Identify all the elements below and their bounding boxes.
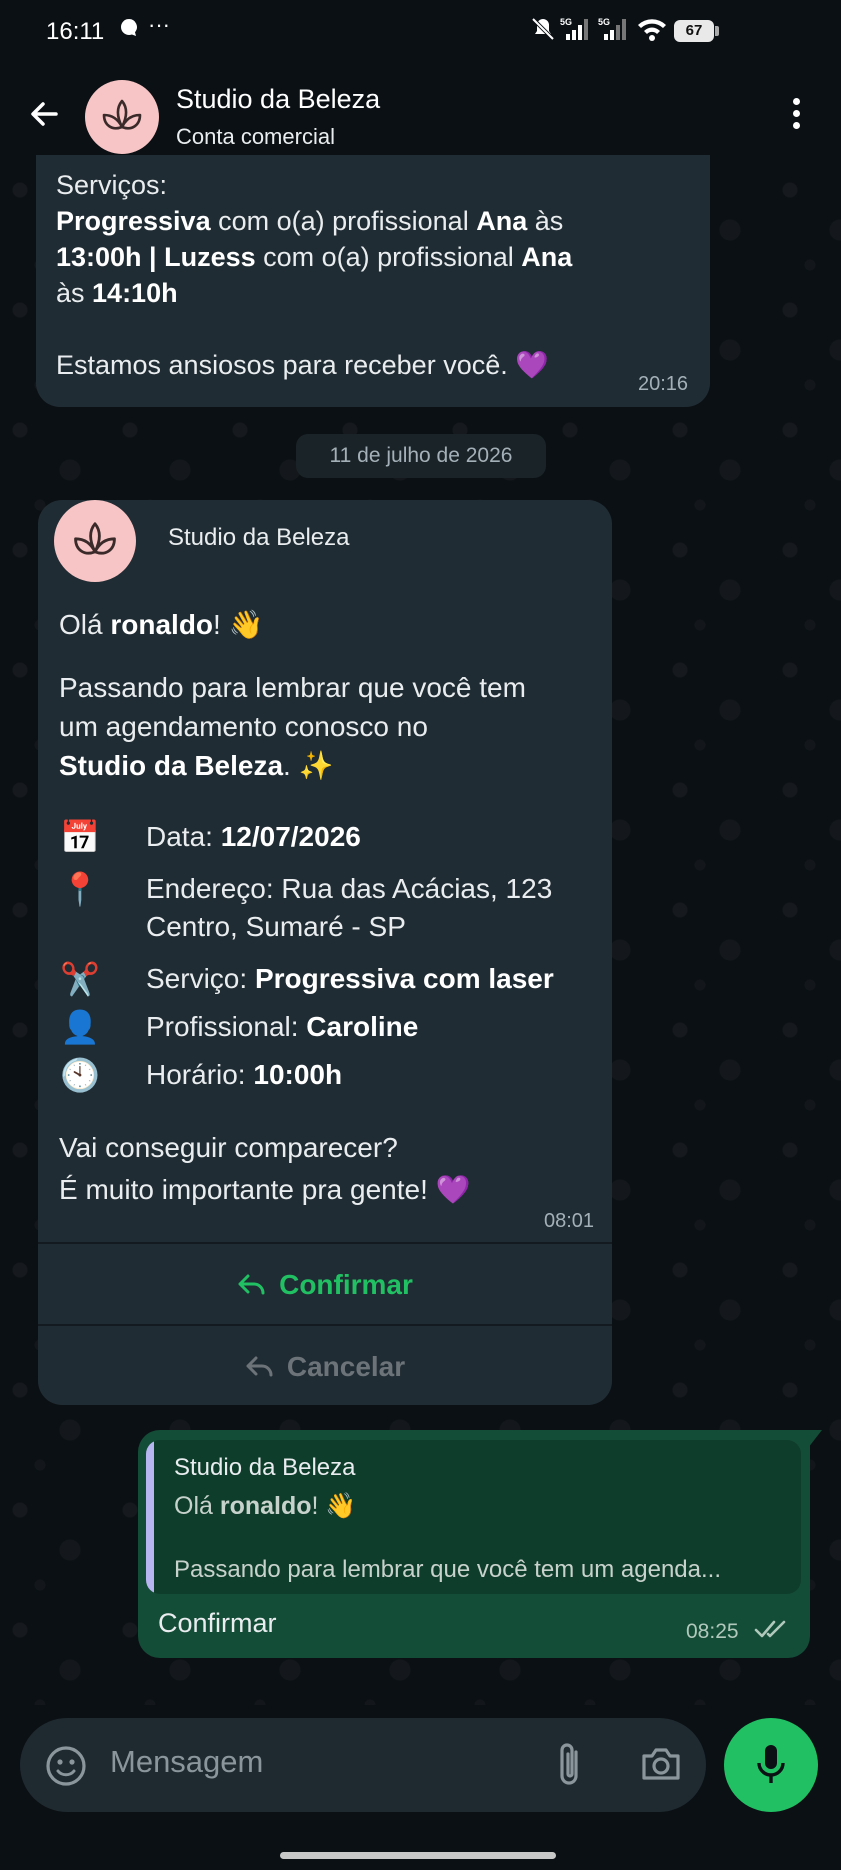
divider	[38, 1324, 612, 1326]
signal-icon-1: 5G	[560, 16, 592, 45]
message-line: às 14:10h	[56, 278, 178, 308]
chat-notification-icon	[118, 16, 140, 44]
reminder-line: Passando para lembrar que você tem	[59, 672, 526, 703]
confirm-button[interactable]: Confirmar	[38, 1246, 612, 1324]
business-name: Studio da Beleza	[168, 524, 350, 551]
reminder-line: Studio da Beleza. ✨	[59, 750, 334, 781]
message-composer: Mensagem	[20, 1718, 706, 1812]
scissors-icon: ✂️	[60, 961, 100, 997]
message-bubble-previous[interactable]: Serviços: Progressiva com o(a) profissio…	[36, 155, 710, 407]
svg-text:5G: 5G	[598, 17, 610, 27]
message-line: Serviços:	[56, 170, 168, 200]
chat-title[interactable]: Studio da Beleza	[176, 84, 380, 115]
more-options-button[interactable]	[784, 98, 808, 138]
clock-icon: 🕙	[60, 1057, 100, 1093]
closing-line: É muito importante pra gente! 💜	[59, 1174, 471, 1205]
message-input[interactable]: Mensagem	[110, 1744, 263, 1780]
camera-icon	[642, 1748, 680, 1780]
message-time: 08:25	[686, 1620, 739, 1643]
back-button[interactable]	[26, 96, 62, 132]
wifi-icon	[636, 16, 668, 48]
voice-message-button[interactable]	[724, 1718, 818, 1812]
status-time: 16:11	[46, 18, 105, 45]
mute-icon	[530, 16, 556, 48]
chat-subtitle: Conta comercial	[176, 124, 335, 149]
closing-line: Vai conseguir comparecer?	[59, 1132, 398, 1163]
greeting: Olá ronaldo! 👋	[59, 609, 264, 640]
status-bar: 16:11 ··· 5G 5G 67	[0, 0, 841, 62]
reply-icon	[238, 1274, 265, 1295]
arrow-left-icon	[31, 102, 58, 126]
more-notifications-icon: ···	[148, 12, 170, 37]
avatar[interactable]	[85, 80, 159, 154]
svg-text:5G: 5G	[560, 17, 572, 27]
message-bubble-reminder[interactable]: Studio da Beleza Olá ronaldo! 👋 Passando…	[38, 500, 612, 1405]
date-separator: 11 de julho de 2026	[296, 434, 546, 478]
signal-icon-2: 5G	[598, 16, 630, 48]
paperclip-icon	[560, 1743, 578, 1785]
message-time: 08:01	[544, 1210, 595, 1232]
battery-indicator: 67	[674, 20, 719, 42]
calendar-icon: 📅	[60, 819, 100, 855]
emoji-button[interactable]	[44, 1744, 88, 1793]
read-receipt-icon	[754, 1618, 788, 1645]
sticker-icon	[46, 1746, 86, 1786]
business-avatar	[54, 500, 136, 582]
person-icon: 👤	[60, 1009, 100, 1045]
quoted-sender: Studio da Beleza	[174, 1454, 356, 1481]
message-line: Estamos ansiosos para receber você. 💜	[56, 350, 549, 380]
lotus-icon	[102, 99, 142, 130]
cancel-button[interactable]: Cancelar	[38, 1328, 612, 1405]
quoted-text: Passando para lembrar que você tem um ag…	[174, 1556, 721, 1583]
message-line: Progressiva com o(a) profissional Ana às	[56, 206, 564, 236]
home-indicator[interactable]	[280, 1852, 556, 1859]
reminder-line: um agendamento conosco no	[59, 711, 428, 742]
divider	[38, 1242, 612, 1244]
microphone-icon	[757, 1745, 785, 1783]
pin-icon: 📍	[60, 871, 100, 907]
chat-header: Studio da Beleza Conta comercial	[0, 62, 841, 170]
quote-bar	[146, 1440, 154, 1594]
quoted-greeting: Olá ronaldo! 👋	[174, 1492, 357, 1520]
message-line: 13:00h | Luzess com o(a) profissional An…	[56, 242, 573, 272]
message-time: 20:16	[638, 373, 689, 395]
lotus-icon	[74, 522, 116, 555]
reply-icon	[246, 1356, 273, 1377]
message-bubble-outgoing[interactable]: Studio da Beleza Olá ronaldo! 👋 Passando…	[138, 1430, 822, 1658]
attach-button[interactable]	[552, 1740, 588, 1795]
reply-text: Confirmar	[158, 1608, 277, 1638]
camera-button[interactable]	[640, 1744, 682, 1789]
quoted-message[interactable]: Studio da Beleza Olá ronaldo! 👋 Passando…	[146, 1440, 801, 1594]
